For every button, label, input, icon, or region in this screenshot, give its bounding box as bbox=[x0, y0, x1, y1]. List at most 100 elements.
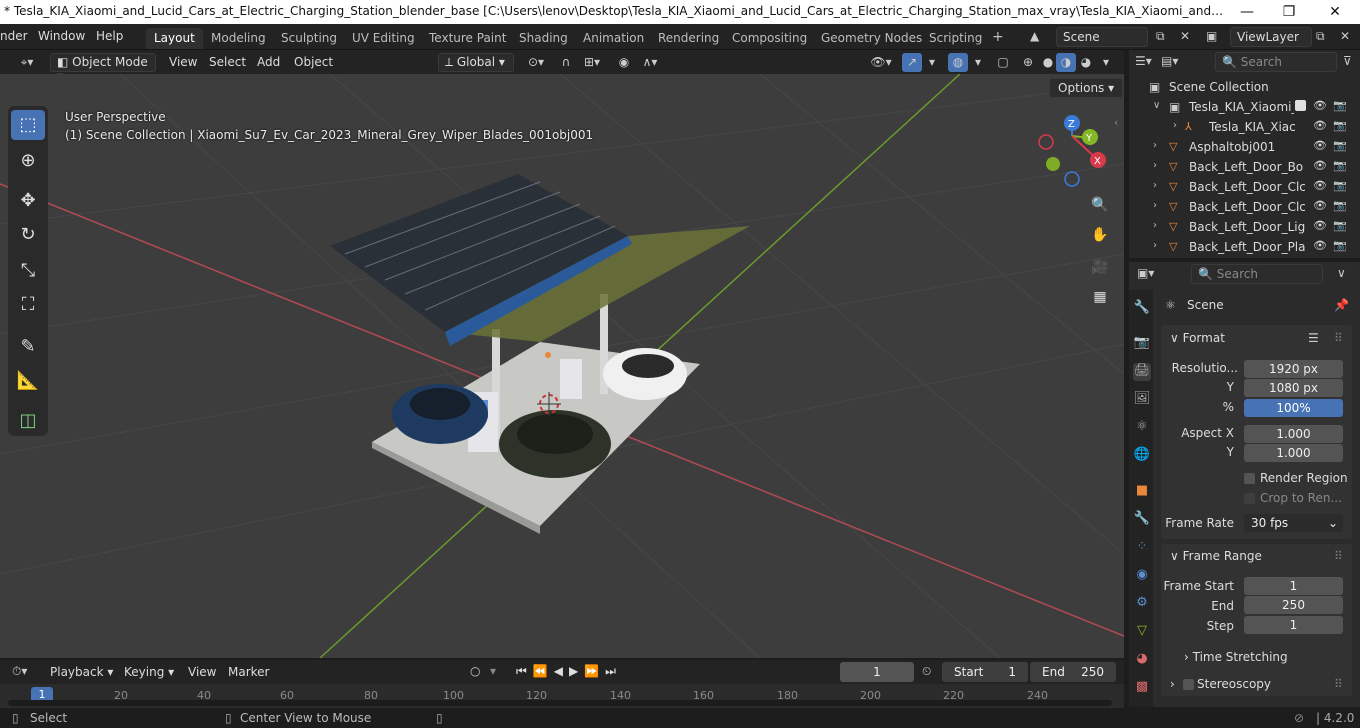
display-mode-icon[interactable]: ▤▾ bbox=[1161, 54, 1178, 68]
chevron-right-icon[interactable]: › bbox=[1153, 220, 1157, 231]
resolution-x-field[interactable]: 1920 px bbox=[1244, 360, 1343, 378]
transform-orientation-dropdown[interactable]: ⟂ Global ▾ bbox=[438, 53, 514, 72]
visibility-eye-icon[interactable]: 👁 bbox=[1313, 179, 1327, 192]
tab-layout[interactable]: Layout bbox=[146, 28, 203, 49]
move-tool-icon[interactable]: ✥ bbox=[11, 186, 45, 216]
drag-handle-icon[interactable]: ⠿ bbox=[1334, 549, 1343, 563]
keying-menu[interactable]: Keying ▾ bbox=[124, 665, 174, 679]
close-button[interactable]: ✕ bbox=[1318, 2, 1352, 22]
sidebar-toggle-icon[interactable]: ‹ bbox=[1114, 116, 1118, 129]
camera-view-icon[interactable]: 🎥 bbox=[1087, 254, 1113, 280]
snap-icon[interactable]: ∩ bbox=[556, 53, 576, 72]
collection-checkbox[interactable] bbox=[1295, 100, 1306, 111]
menu-help[interactable]: Help bbox=[96, 29, 123, 43]
outliner-row-object[interactable]: › ▽ Back_Left_Door_Clc 👁 📷 bbox=[1129, 177, 1360, 197]
playback-menu[interactable]: Playback ▾ bbox=[50, 665, 113, 679]
resolution-y-field[interactable]: 1080 px bbox=[1244, 379, 1343, 397]
output-tab-icon[interactable]: 🖨 bbox=[1133, 363, 1151, 381]
chevron-right-icon[interactable]: › bbox=[1153, 180, 1157, 191]
chevron-right-icon[interactable]: › bbox=[1153, 160, 1157, 171]
view-layer-tab-icon[interactable]: 🖼 bbox=[1133, 391, 1151, 409]
render-camera-icon[interactable]: 📷 bbox=[1333, 159, 1347, 172]
chevron-right-icon[interactable]: › bbox=[1153, 240, 1157, 251]
end-frame-field[interactable]: End 250 bbox=[1030, 662, 1116, 682]
render-camera-icon[interactable]: 📷 bbox=[1333, 219, 1347, 232]
chevron-down-icon[interactable]: ∨ bbox=[1153, 100, 1160, 111]
timeline-ruler[interactable]: 1 20 40 60 80 100 120 140 160 180 200 22… bbox=[0, 684, 1124, 708]
data-tab-icon[interactable]: ▽ bbox=[1133, 623, 1151, 641]
menu-window[interactable]: Window bbox=[38, 29, 85, 43]
delete-scene-icon[interactable]: ✕ bbox=[1180, 29, 1190, 43]
stereoscopy-header[interactable]: › bbox=[1170, 677, 1175, 691]
menu-add[interactable]: Add bbox=[257, 55, 280, 69]
frame-range-header[interactable]: ∨ Frame Range bbox=[1170, 549, 1262, 563]
outliner-row-object[interactable]: › ▽ Back_Left_Door_Lig 👁 📷 bbox=[1129, 217, 1360, 237]
maximize-button[interactable]: ❐ bbox=[1272, 2, 1306, 22]
properties-options-icon[interactable]: ∨ bbox=[1337, 266, 1346, 280]
properties-editor-icon[interactable]: ▣▾ bbox=[1137, 266, 1154, 280]
outliner-editor-icon[interactable]: ☰▾ bbox=[1135, 54, 1152, 68]
pin-icon[interactable]: 📌 bbox=[1334, 298, 1349, 312]
chevron-right-icon[interactable]: › bbox=[1173, 120, 1177, 131]
timeline-editor-icon[interactable]: ⏱▾ bbox=[12, 664, 27, 679]
keying-set-dropdown-icon[interactable]: ▾ bbox=[490, 664, 496, 678]
visibility-eye-icon[interactable]: 👁 bbox=[1313, 239, 1327, 252]
outliner-row-scene-collection[interactable]: ▣ Scene Collection bbox=[1129, 77, 1360, 97]
menu-select[interactable]: Select bbox=[209, 55, 246, 69]
proportional-edit-icon[interactable]: ◉ bbox=[614, 53, 634, 72]
rotate-tool-icon[interactable]: ↻ bbox=[11, 220, 45, 250]
transform-tool-icon[interactable]: ⛶ bbox=[11, 290, 45, 320]
visibility-eye-icon[interactable]: 👁 bbox=[1313, 199, 1327, 212]
marker-menu[interactable]: Marker bbox=[228, 665, 269, 679]
outliner-row-collection[interactable]: ∨ ▣ Tesla_KIA_Xiaomi_ 👁 📷 bbox=[1129, 97, 1360, 117]
start-frame-field[interactable]: Start 1 bbox=[942, 662, 1028, 682]
visibility-eye-icon[interactable]: 👁 bbox=[1313, 119, 1327, 132]
render-camera-icon[interactable]: 📷 bbox=[1333, 119, 1347, 132]
outliner-row-object[interactable]: › ▽ Back_Left_Door_Clc 👁 📷 bbox=[1129, 197, 1360, 217]
texture-tab-icon[interactable]: ▩ bbox=[1133, 679, 1151, 697]
rendered-shading-icon[interactable]: ◕ bbox=[1076, 53, 1096, 72]
minimize-button[interactable]: — bbox=[1230, 2, 1264, 22]
aspect-x-field[interactable]: 1.000 bbox=[1244, 425, 1343, 443]
visibility-eye-icon[interactable]: 👁 bbox=[1313, 139, 1327, 152]
presets-list-icon[interactable]: ☰ bbox=[1308, 331, 1319, 345]
material-shading-icon[interactable]: ◑ bbox=[1056, 53, 1076, 72]
menu-object[interactable]: Object bbox=[294, 55, 333, 69]
chevron-right-icon[interactable]: › bbox=[1153, 140, 1157, 151]
wireframe-shading-icon[interactable]: ⊕ bbox=[1018, 53, 1038, 72]
timeline-scrollbar[interactable] bbox=[8, 700, 1112, 706]
gizmo-toggle-icon[interactable]: ↗ bbox=[902, 53, 922, 72]
new-view-layer-icon[interactable]: ⧉ bbox=[1316, 29, 1325, 44]
add-workspace-button[interactable]: + bbox=[984, 26, 1012, 47]
measure-tool-icon[interactable]: 📐 bbox=[11, 366, 45, 396]
render-camera-icon[interactable]: 📷 bbox=[1333, 99, 1347, 112]
stereoscopy-checkbox[interactable] bbox=[1183, 679, 1194, 690]
auto-keying-icon[interactable]: ○ bbox=[470, 664, 480, 678]
world-tab-icon[interactable]: 🌐 bbox=[1133, 447, 1151, 465]
object-tab-icon[interactable]: ■ bbox=[1133, 483, 1151, 501]
pivot-point-icon[interactable]: ⊙▾ bbox=[524, 53, 548, 72]
properties-search-input[interactable]: 🔍 Search bbox=[1191, 264, 1323, 284]
tab-scripting[interactable]: Scripting bbox=[921, 28, 990, 49]
render-camera-icon[interactable]: 📷 bbox=[1333, 199, 1347, 212]
constraints-tab-icon[interactable]: ⚙ bbox=[1133, 595, 1151, 613]
preview-range-icon[interactable]: ⏲ bbox=[922, 664, 931, 679]
aspect-y-field[interactable]: 1.000 bbox=[1244, 444, 1343, 462]
chevron-right-icon[interactable]: › bbox=[1153, 200, 1157, 211]
drag-handle-icon[interactable]: ⠿ bbox=[1334, 677, 1343, 691]
frame-start-field[interactable]: 1 bbox=[1244, 577, 1343, 595]
tab-modeling[interactable]: Modeling bbox=[203, 28, 274, 49]
gizmo-dropdown-icon[interactable]: ▾ bbox=[922, 53, 942, 72]
tab-animation[interactable]: Animation bbox=[575, 28, 652, 49]
tool-tab-icon[interactable]: 🔧 bbox=[1133, 300, 1151, 318]
scene-selector[interactable]: Scene bbox=[1056, 27, 1148, 47]
visibility-eye-icon[interactable]: 👁 bbox=[1313, 99, 1327, 112]
modifier-tab-icon[interactable]: 🔧 bbox=[1133, 511, 1151, 529]
render-camera-icon[interactable]: 📷 bbox=[1333, 139, 1347, 152]
outliner-row-object[interactable]: › ▽ Back_Left_Door_Pla 👁 📷 bbox=[1129, 237, 1360, 257]
time-stretching-header[interactable]: › Time Stretching bbox=[1184, 650, 1288, 664]
playback-controls[interactable]: ⏮⏪◀▶⏩⏭ bbox=[516, 664, 622, 679]
frame-step-field[interactable]: 1 bbox=[1244, 616, 1343, 634]
overlays-toggle-icon[interactable]: ◍ bbox=[948, 53, 968, 72]
visibility-eye-icon[interactable]: 👁 bbox=[1313, 219, 1327, 232]
